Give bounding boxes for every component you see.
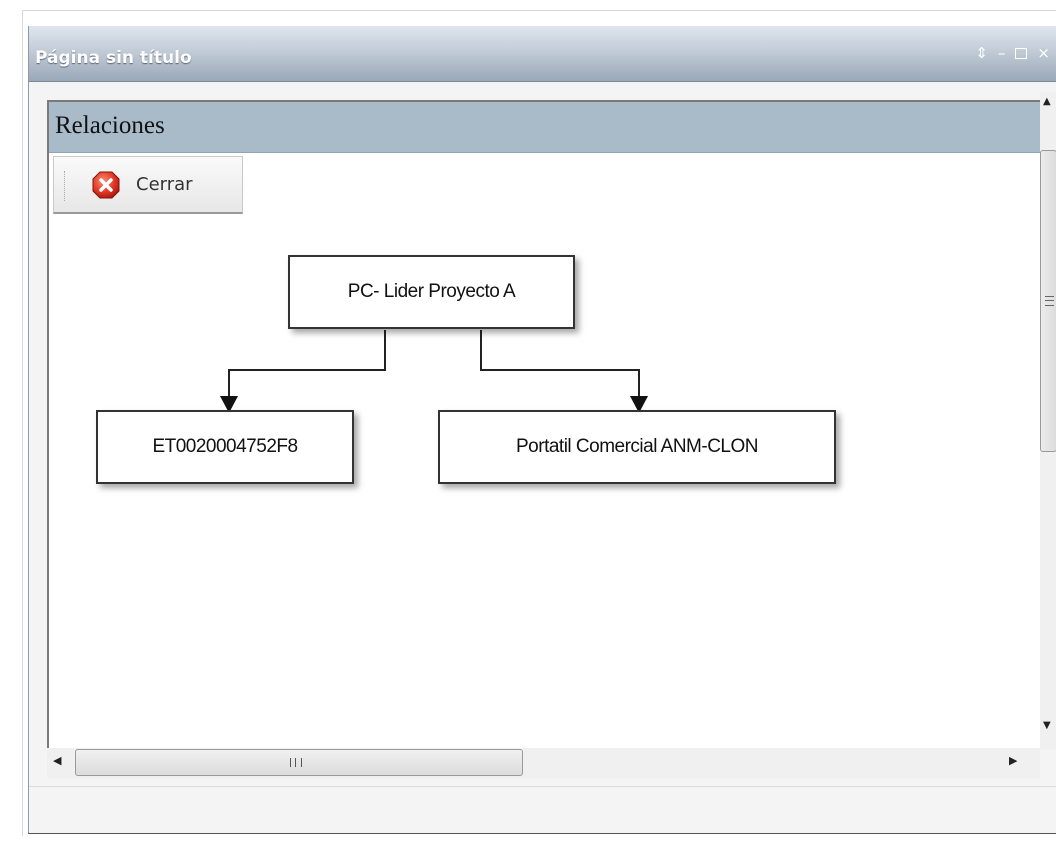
scroll-left-icon[interactable]: ◀ (53, 754, 61, 767)
scroll-right-icon[interactable]: ▶ (1009, 754, 1017, 767)
connector-left (228, 330, 386, 398)
restore-icon[interactable]: ⇕ (975, 44, 988, 62)
horizontal-scrollbar[interactable]: ◀ ▶ (47, 748, 1040, 778)
node-child-1[interactable]: ET0020004752F8 (96, 410, 354, 484)
node-child-2-label: Portatil Comercial ANM-CLON (516, 436, 759, 457)
node-child-1-label: ET0020004752F8 (152, 436, 298, 457)
scroll-up-icon[interactable]: ▲ (1043, 96, 1051, 107)
maximize-icon[interactable] (1015, 47, 1028, 59)
minimize-icon[interactable]: – (998, 44, 1006, 62)
horizontal-scroll-thumb[interactable] (75, 749, 523, 776)
dialog-window: Página sin título ⇕ – × Relaciones Cerra… (28, 26, 1056, 834)
window-titlebar[interactable]: Página sin título ⇕ – × (29, 26, 1056, 82)
vertical-scroll-thumb[interactable] (1040, 150, 1056, 452)
node-root[interactable]: PC- Lider Proyecto A (288, 255, 575, 329)
vertical-grip-icon (1045, 296, 1054, 306)
close-icon[interactable]: × (1037, 44, 1050, 62)
window-controls: ⇕ – × (975, 44, 1050, 62)
status-bar (29, 786, 1056, 833)
node-root-label: PC- Lider Proyecto A (347, 281, 516, 302)
relations-panel: Relaciones Cerrar PC- Lider Proyecto A E… (47, 100, 1040, 750)
window-title: Página sin título (35, 48, 192, 68)
vertical-scrollbar[interactable]: ▲ ▼ (1040, 92, 1056, 750)
connector-right (480, 330, 640, 398)
node-child-2[interactable]: Portatil Comercial ANM-CLON (438, 410, 836, 484)
scroll-down-icon[interactable]: ▼ (1043, 720, 1051, 731)
horizontal-grip-icon (290, 758, 302, 767)
